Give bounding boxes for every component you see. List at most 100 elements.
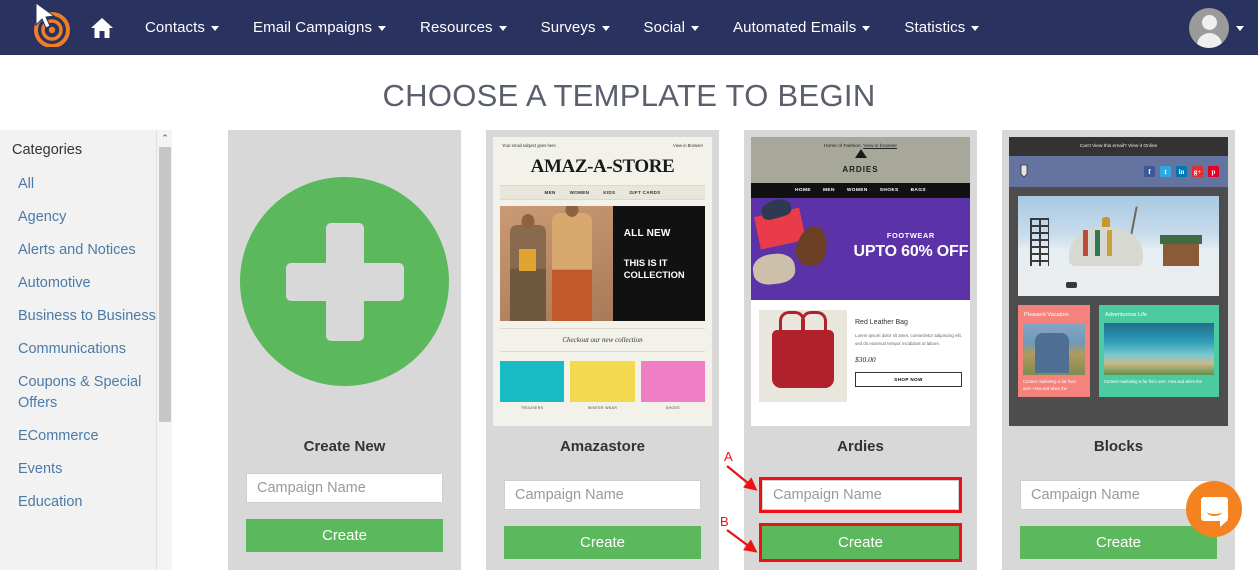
sidebar-item-events[interactable]: Events xyxy=(0,453,172,486)
create-new-campaign-name-input[interactable]: Campaign Name xyxy=(246,473,443,503)
template-card-ardies[interactable]: Home of Fashion. View in browser ARDIES … xyxy=(744,130,977,570)
chevron-down-icon xyxy=(1236,26,1244,31)
linkedin-icon: in xyxy=(1176,166,1187,177)
scrollbar-thumb[interactable] xyxy=(159,147,171,422)
sidebar-item-ecommerce[interactable]: ECommerce xyxy=(0,420,172,453)
blocks-hero-image xyxy=(1018,196,1219,296)
blocks-logo-icon xyxy=(1020,164,1028,178)
sidebar-item-all[interactable]: All xyxy=(0,168,172,201)
account-menu[interactable] xyxy=(1189,0,1244,55)
sidebar-item-business-to-business[interactable]: Business to Business xyxy=(0,300,172,333)
amazastore-product-caption: TROUSERS xyxy=(520,406,544,410)
chevron-down-icon xyxy=(498,26,507,31)
amazastore-product: SHOES xyxy=(640,361,705,410)
nav-item-label: Contacts xyxy=(145,19,205,36)
ardies-nav-item: HOME xyxy=(794,188,811,193)
amazastore-create-button[interactable]: Create xyxy=(504,526,701,559)
categories-sidebar: Categories All Agency Alerts and Notices… xyxy=(0,130,172,570)
home-button[interactable] xyxy=(90,17,114,39)
facebook-icon: f xyxy=(1144,166,1155,177)
sidebar-item-coupons-and-special-offers[interactable]: Coupons & Special Offers xyxy=(0,366,172,420)
nav-item-label: Resources xyxy=(420,19,493,36)
chat-widget-button[interactable] xyxy=(1186,481,1242,537)
blocks-col1-text: Content marketing is far from over. How … xyxy=(1023,379,1076,391)
amazastore-brand: AMAZ-A-STORE xyxy=(530,156,675,177)
chevron-down-icon xyxy=(862,26,871,31)
annotation-arrow-b xyxy=(726,529,758,553)
nav-item-label: Statistics xyxy=(904,19,966,36)
blocks-col1-image xyxy=(1023,323,1085,375)
nav-item-surveys[interactable]: Surveys xyxy=(524,19,627,36)
amazastore-products: TROUSERS WINTER WEAR SHOES xyxy=(500,361,705,410)
blocks-col1-title: Pleasent Vacation xyxy=(1024,312,1069,318)
ardies-product-image xyxy=(759,310,847,402)
template-cards: Create New Campaign Name Create Your ema… xyxy=(172,130,1258,570)
amazastore-hero-text: ALL NEW THIS IS IT COLLECTION xyxy=(612,206,705,321)
sidebar-item-agency[interactable]: Agency xyxy=(0,201,172,234)
card-title: Blocks xyxy=(1093,438,1144,455)
amazastore-nav-item: GIFT CARDS xyxy=(629,190,661,195)
annotation-arrow-a xyxy=(726,465,758,491)
nav-item-statistics[interactable]: Statistics xyxy=(887,19,996,36)
ardies-nav-item: SHOES xyxy=(879,188,899,193)
amazastore-campaign-name-input[interactable]: Campaign Name xyxy=(504,480,701,510)
amazastore-tagline: Checkout our new collection xyxy=(500,328,705,352)
scroll-up-arrow-icon[interactable]: ⌃ xyxy=(157,130,172,146)
blocks-top-bar: Can't View this email? View it Online xyxy=(1009,137,1228,156)
amazastore-product: TROUSERS xyxy=(500,361,565,410)
ardies-view-in-browser: View in browser xyxy=(863,144,897,149)
blocks-create-button[interactable]: Create xyxy=(1020,526,1217,559)
create-new-create-button[interactable]: Create xyxy=(246,519,443,552)
template-card-amazastore[interactable]: Your email subject goes here View in Bro… xyxy=(486,130,719,570)
ardies-create-button[interactable]: Create xyxy=(759,523,962,562)
page-title: CHOOSE A TEMPLATE TO BEGIN xyxy=(382,78,876,113)
google-plus-icon: g+ xyxy=(1192,166,1203,177)
amazastore-product-caption: WINTER WEAR xyxy=(587,406,618,410)
amazastore-product-image xyxy=(500,361,565,402)
amazastore-product-caption: SHOES xyxy=(665,406,680,410)
nav-item-automated-emails[interactable]: Automated Emails xyxy=(716,19,887,36)
sidebar-item-education[interactable]: Education xyxy=(0,486,172,519)
ardies-product-desc: Lorem ipsum dolor sit amet, consectetur … xyxy=(855,333,962,346)
nav-item-label: Automated Emails xyxy=(733,19,857,36)
blocks-columns: Pleasent Vacation Content marketing is f… xyxy=(1018,305,1219,398)
chevron-down-icon xyxy=(378,26,387,31)
sidebar-item-communications[interactable]: Communications xyxy=(0,333,172,366)
sidebar-scrollbar[interactable]: ⌃ xyxy=(156,130,172,570)
sidebar-item-automotive[interactable]: Automotive xyxy=(0,267,172,300)
blocks-col2-image xyxy=(1104,323,1214,375)
chat-bubble-icon xyxy=(1200,497,1228,527)
ardies-hero-photo xyxy=(751,198,852,300)
nav-item-social[interactable]: Social xyxy=(627,19,716,36)
amazastore-nav: MEN WOMEN KIDS GIFT CARDS xyxy=(500,185,705,200)
card-title: Create New xyxy=(303,438,386,455)
chevron-down-icon xyxy=(601,26,610,31)
nav-item-email-campaigns[interactable]: Email Campaigns xyxy=(236,19,403,36)
home-icon xyxy=(91,17,113,38)
nav-item-label: Surveys xyxy=(540,19,596,36)
amazastore-subject-line: Your email subject goes here xyxy=(502,143,556,148)
pinterest-icon: p xyxy=(1208,166,1219,177)
blocks-thumbnail: Can't View this email? View it Online f … xyxy=(1009,137,1228,426)
app-logo[interactable] xyxy=(26,1,82,51)
cursor-arrow-icon xyxy=(35,1,56,29)
ardies-campaign-name-input[interactable]: Campaign Name xyxy=(759,477,962,513)
ardies-product-title: Red Leather Bag xyxy=(855,319,908,326)
chevron-down-icon xyxy=(691,26,700,31)
nav-item-label: Social xyxy=(643,19,686,36)
ardies-nav-item: MEN xyxy=(822,188,835,193)
amazastore-product: WINTER WEAR xyxy=(570,361,635,410)
categories-heading: Categories xyxy=(12,142,83,158)
avatar xyxy=(1189,7,1229,48)
amazastore-hero-line2: THIS IS IT COLLECTION xyxy=(623,257,685,280)
sidebar-item-alerts-and-notices[interactable]: Alerts and Notices xyxy=(0,234,172,267)
categories-list: All Agency Alerts and Notices Automotive… xyxy=(0,168,172,519)
nav-item-contacts[interactable]: Contacts xyxy=(128,19,236,36)
blocks-column-1: Pleasent Vacation Content marketing is f… xyxy=(1018,305,1090,398)
amazastore-product-image xyxy=(570,361,635,402)
chevron-down-icon xyxy=(211,26,219,31)
nav-item-resources[interactable]: Resources xyxy=(403,19,524,36)
amazastore-nav-item: MEN xyxy=(544,190,556,195)
ardies-brand: ARDIES xyxy=(842,165,879,174)
template-card-create-new[interactable]: Create New Campaign Name Create xyxy=(228,130,461,570)
